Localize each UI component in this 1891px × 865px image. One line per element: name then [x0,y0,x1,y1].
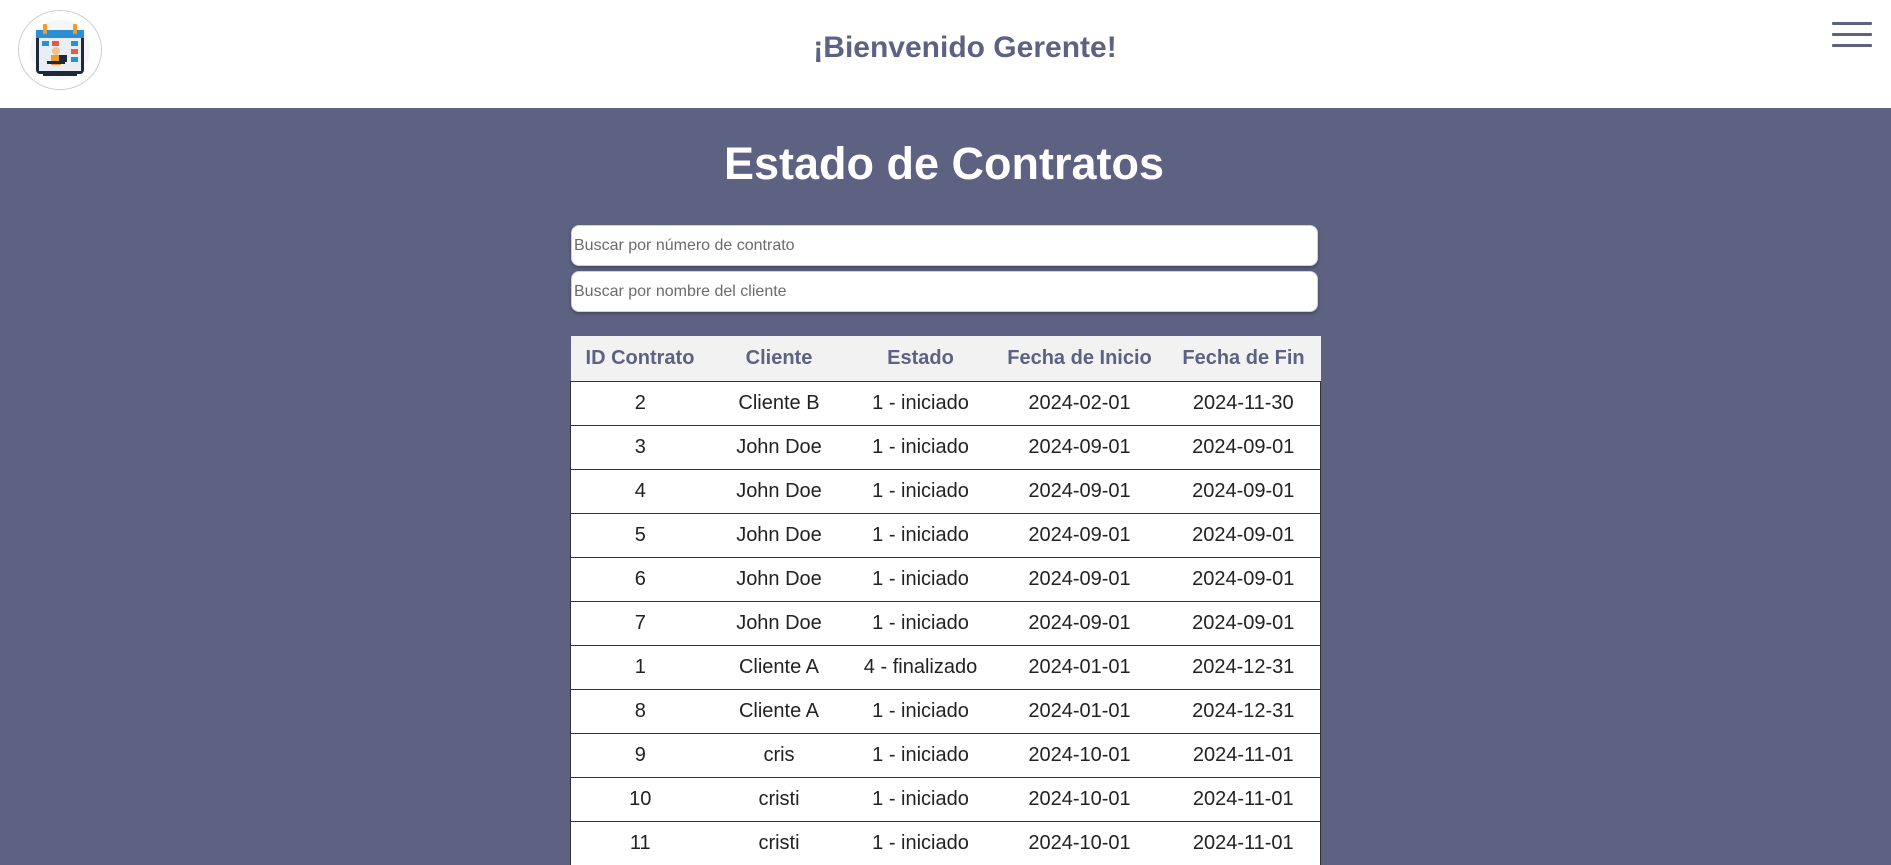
cell-status: 1 - iniciado [849,382,993,426]
cell-status: 1 - iniciado [849,602,993,646]
column-header-status[interactable]: Estado [849,336,993,382]
cell-end-date: 2024-09-01 [1167,602,1321,646]
cell-id: 1 [571,646,710,690]
table-row[interactable]: 5 John Doe 1 - iniciado 2024-09-01 2024-… [571,514,1321,558]
cell-status: 1 - iniciado [849,426,993,470]
top-header: ¡Bienvenido Gerente! [0,0,1891,108]
cell-start-date: 2024-10-01 [993,822,1167,865]
table-row[interactable]: 9 cris 1 - iniciado 2024-10-01 2024-11-0… [571,734,1321,778]
cell-start-date: 2024-09-01 [993,602,1167,646]
cell-status: 1 - iniciado [849,778,993,822]
cell-end-date: 2024-11-01 [1167,734,1321,778]
cell-status: 1 - iniciado [849,822,993,865]
column-header-end-date[interactable]: Fecha de Fin [1167,336,1321,382]
cell-start-date: 2024-10-01 [993,778,1167,822]
welcome-heading: ¡Bienvenido Gerente! [0,31,1891,65]
cell-client: Cliente B [710,382,849,426]
cell-end-date: 2024-11-30 [1167,382,1321,426]
cell-client: John Doe [710,602,849,646]
cell-id: 3 [571,426,710,470]
table-row[interactable]: 1 Cliente A 4 - finalizado 2024-01-01 20… [571,646,1321,690]
table-row[interactable]: 6 John Doe 1 - iniciado 2024-09-01 2024-… [571,558,1321,602]
cell-client: Cliente A [710,646,849,690]
search-contract-input[interactable] [571,225,1318,266]
cell-end-date: 2024-09-01 [1167,426,1321,470]
cell-start-date: 2024-09-01 [993,514,1167,558]
cell-client: cristi [710,778,849,822]
contracts-table: ID Contrato Cliente Estado Fecha de Inic… [570,336,1321,865]
search-client-input[interactable] [571,271,1318,312]
cell-id: 10 [571,778,710,822]
cell-start-date: 2024-09-01 [993,558,1167,602]
contracts-table-container: ID Contrato Cliente Estado Fecha de Inic… [570,336,1320,865]
cell-id: 11 [571,822,710,865]
table-row[interactable]: 8 Cliente A 1 - iniciado 2024-01-01 2024… [571,690,1321,734]
cell-client: Cliente A [710,690,849,734]
column-header-id[interactable]: ID Contrato [571,336,710,382]
cell-status: 1 - iniciado [849,734,993,778]
menu-line [1832,33,1872,36]
cell-id: 9 [571,734,710,778]
cell-id: 5 [571,514,710,558]
table-row[interactable]: 4 John Doe 1 - iniciado 2024-09-01 2024-… [571,470,1321,514]
cell-client: John Doe [710,426,849,470]
cell-status: 1 - iniciado [849,514,993,558]
cell-end-date: 2024-09-01 [1167,470,1321,514]
cell-status: 1 - iniciado [849,470,993,514]
cell-status: 1 - iniciado [849,558,993,602]
cell-end-date: 2024-12-31 [1167,690,1321,734]
table-row[interactable]: 3 John Doe 1 - iniciado 2024-09-01 2024-… [571,426,1321,470]
cell-id: 6 [571,558,710,602]
table-row[interactable]: 7 John Doe 1 - iniciado 2024-09-01 2024-… [571,602,1321,646]
cell-end-date: 2024-11-01 [1167,822,1321,865]
cell-start-date: 2024-10-01 [993,734,1167,778]
table-header-row: ID Contrato Cliente Estado Fecha de Inic… [571,336,1321,382]
cell-client: cris [710,734,849,778]
cell-start-date: 2024-09-01 [993,426,1167,470]
menu-line [1832,22,1872,25]
cell-start-date: 2024-09-01 [993,470,1167,514]
hamburger-menu-icon[interactable] [1832,22,1872,50]
cell-client: John Doe [710,558,849,602]
cell-client: John Doe [710,514,849,558]
cell-end-date: 2024-12-31 [1167,646,1321,690]
cell-status: 1 - iniciado [849,690,993,734]
cell-start-date: 2024-01-01 [993,646,1167,690]
cell-id: 8 [571,690,710,734]
cell-id: 7 [571,602,710,646]
cell-client: John Doe [710,470,849,514]
cell-status: 4 - finalizado [849,646,993,690]
cell-start-date: 2024-02-01 [993,382,1167,426]
cell-client: cristi [710,822,849,865]
table-row[interactable]: 10 cristi 1 - iniciado 2024-10-01 2024-1… [571,778,1321,822]
cell-end-date: 2024-09-01 [1167,514,1321,558]
table-row[interactable]: 11 cristi 1 - iniciado 2024-10-01 2024-1… [571,822,1321,865]
menu-line [1832,44,1872,47]
cell-id: 4 [571,470,710,514]
cell-end-date: 2024-11-01 [1167,778,1321,822]
column-header-start-date[interactable]: Fecha de Inicio [993,336,1167,382]
cell-start-date: 2024-01-01 [993,690,1167,734]
table-row[interactable]: 2 Cliente B 1 - iniciado 2024-02-01 2024… [571,382,1321,426]
cell-id: 2 [571,382,710,426]
column-header-client[interactable]: Cliente [710,336,849,382]
page-title: Estado de Contratos [0,138,1888,190]
cell-end-date: 2024-09-01 [1167,558,1321,602]
